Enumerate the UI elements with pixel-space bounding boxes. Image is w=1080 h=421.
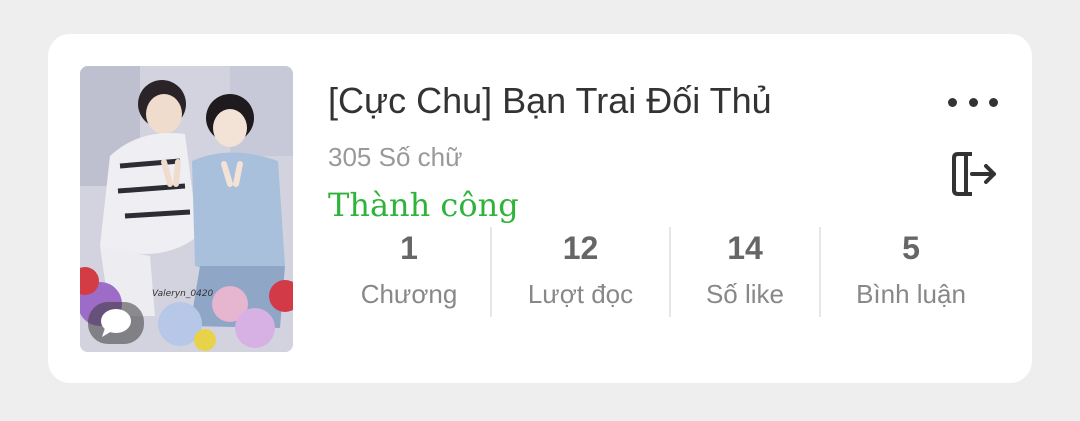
story-title[interactable]: [Cực Chu] Bạn Trai Đối Thủ <box>328 80 772 122</box>
cover-watermark: Valeryn_0420 <box>152 289 214 299</box>
stat-value: 14 <box>727 230 763 266</box>
stat-likes[interactable]: 14 Số like <box>671 226 819 318</box>
more-horizontal-icon[interactable] <box>948 94 998 110</box>
status-label: Thành công <box>328 186 519 224</box>
dot <box>968 97 978 107</box>
dot <box>989 97 998 107</box>
stat-chapters[interactable]: 1 Chương <box>328 226 490 318</box>
word-count: 305 Số chữ <box>328 142 463 172</box>
stat-label: Bình luận <box>856 279 966 309</box>
dot <box>948 97 957 107</box>
stat-label: Số like <box>705 279 785 309</box>
stat-comments[interactable]: 5 Bình luận <box>821 226 1001 318</box>
stat-value: 5 <box>902 230 920 266</box>
stat-value: 1 <box>400 230 418 266</box>
story-cover-image[interactable]: Valeryn_0420 <box>80 66 293 352</box>
stats-row: 1 Chương 12 Lượt đọc 14 Số like 5 Bình l… <box>328 226 1008 318</box>
stat-label: Chương <box>360 279 458 309</box>
stat-value: 12 <box>562 230 599 266</box>
stat-label: Lượt đọc <box>527 279 634 309</box>
stat-reads[interactable]: 12 Lượt đọc <box>492 226 669 318</box>
chat-bubble-icon[interactable] <box>88 302 144 344</box>
story-card[interactable]: Valeryn_0420 [Cực Chu] Bạn Trai Đối Thủ … <box>48 34 1032 383</box>
exit-icon[interactable] <box>948 148 1000 200</box>
